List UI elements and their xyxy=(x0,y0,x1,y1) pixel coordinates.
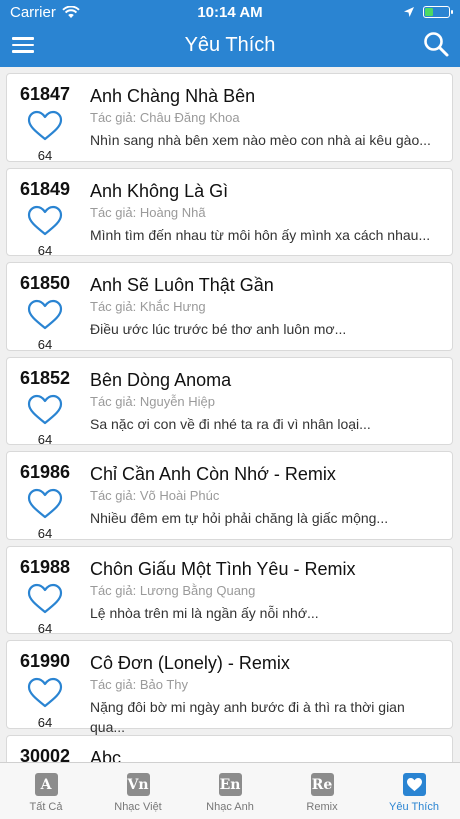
song-title: Anh Chàng Nhà Bên xyxy=(90,86,256,106)
tab-vietnamese-music[interactable]: Vn Nhạc Việt xyxy=(92,763,184,819)
song-author: Tác giả: Nguyễn Hiệp xyxy=(90,393,216,409)
tab-all-songs[interactable]: A Tất Cả xyxy=(0,763,92,819)
tab-label: Nhạc Anh xyxy=(206,801,254,813)
song-excerpt: Nặng đôi bờ mi ngày anh bước đi à thì ra… xyxy=(90,699,405,735)
song-author: Tác giả: Lương Bằng Quang xyxy=(90,582,256,598)
song-excerpt: Mình tìm đến nhau từ môi hôn ấy mình xa … xyxy=(90,226,431,243)
song-excerpt: Nhìn sang nhà bên xem nào mèo con nhà ai… xyxy=(90,132,431,148)
song-code: 61850 xyxy=(19,273,71,293)
song-title: Bên Dòng Anoma xyxy=(90,369,232,390)
song-author: Tác giả: Bảo Thy xyxy=(90,677,189,692)
song-code: 61986 xyxy=(19,462,71,482)
song-card[interactable]: 61990 64 Cô Đơn (Lonely) - Remix Tác giả: B… xyxy=(6,640,453,735)
location-arrow-icon xyxy=(404,7,414,17)
all-songs-icon: A xyxy=(34,773,58,796)
favorites-heart-icon xyxy=(402,773,426,796)
tab-remix[interactable]: Re Remix xyxy=(276,763,368,819)
like-count: 64 xyxy=(37,148,53,163)
english-music-icon: En xyxy=(218,773,242,796)
song-excerpt: Lệ nhòa trên mi là ngần ấy nỗi nhớ... xyxy=(90,604,319,621)
song-card[interactable]: 30002 Abc xyxy=(6,734,453,763)
song-title: Chôn Giấu Một Tình Yêu - Remix xyxy=(90,558,356,579)
song-card[interactable]: 61986 64 Chỉ Cần Anh Còn Nhớ - Remix Tác gi… xyxy=(6,451,453,541)
heart-icon[interactable] xyxy=(27,488,63,520)
like-count: 64 xyxy=(37,431,53,447)
song-author: Tác giả: Võ Hoài Phúc xyxy=(90,488,220,503)
song-author: Tác giả: Khắc Hưng xyxy=(90,299,206,314)
favorites-list[interactable]: 61847 64 Anh Chàng Nhà Bên Tác giả: Châu Đă… xyxy=(0,67,460,762)
song-title: Abc xyxy=(90,747,122,763)
search-icon[interactable] xyxy=(422,30,450,58)
navigation-bar: Yêu Thích xyxy=(0,24,460,67)
like-count: 64 xyxy=(37,715,53,730)
heart-icon[interactable] xyxy=(27,394,63,426)
remix-icon: Re xyxy=(310,773,334,796)
song-card[interactable]: 61850 64 Anh Sẽ Luôn Thật Gần Tác giả: Khắc… xyxy=(6,262,453,352)
heart-icon[interactable] xyxy=(27,583,63,615)
page-title: Yêu Thích xyxy=(184,34,276,56)
app-header: Carrier 10:14 AM Yêu Thích xyxy=(0,0,460,67)
hamburger-icon xyxy=(12,37,34,40)
song-title: Anh Không Là Gì xyxy=(90,180,229,201)
tab-english-music[interactable]: En Nhạc Anh xyxy=(184,763,276,819)
vietnamese-music-icon: Vn xyxy=(126,773,150,796)
heart-icon[interactable] xyxy=(27,205,63,237)
like-count: 64 xyxy=(37,526,53,541)
song-code: 61990 xyxy=(19,651,71,671)
song-code: 30002 xyxy=(19,745,71,763)
like-count: 64 xyxy=(37,620,53,636)
song-card[interactable]: 61988 64 Chôn Giấu Một Tình Yêu - Remix Tác… xyxy=(6,545,453,636)
heart-icon[interactable] xyxy=(27,110,63,142)
song-code: 61988 xyxy=(19,556,71,577)
song-excerpt: Nhiều đêm em tự hỏi phải chăng là giấc m… xyxy=(90,510,389,526)
song-excerpt: Điều ước lúc trước bé thơ anh luôn mơ... xyxy=(90,321,347,337)
song-card[interactable]: 61849 64 Anh Không Là Gì Tác giả: Hoàng Nhã… xyxy=(6,167,453,258)
song-code: 61849 xyxy=(19,178,71,199)
song-excerpt: Sa nặc ơi con về đi nhé ta ra đi vì nhân… xyxy=(90,415,371,432)
tab-bar: A Tất Cả Vn Nhạc Việt En Nhạc Anh Re Remix Yêu T… xyxy=(0,762,460,819)
song-card[interactable]: 61847 64 Anh Chàng Nhà Bên Tác giả: Châu Đă… xyxy=(6,73,453,163)
tab-label: Tất Cả xyxy=(29,801,63,813)
tab-label: Remix xyxy=(306,801,338,813)
battery-icon xyxy=(423,6,453,18)
tab-label: Nhạc Việt xyxy=(114,801,162,813)
song-title: Cô Đơn (Lonely) - Remix xyxy=(90,653,290,673)
like-count: 64 xyxy=(37,242,53,258)
song-title: Chỉ Cần Anh Còn Nhớ - Remix xyxy=(90,464,336,484)
song-author: Tác giả: Châu Đăng Khoa xyxy=(90,110,240,125)
menu-button[interactable] xyxy=(12,34,34,56)
song-code: 61852 xyxy=(19,367,71,388)
heart-icon[interactable] xyxy=(27,299,63,331)
song-title: Anh Sẽ Luôn Thật Gần xyxy=(90,275,274,295)
status-bar: Carrier 10:14 AM xyxy=(0,0,460,24)
like-count: 64 xyxy=(37,337,53,352)
wifi-icon xyxy=(62,5,80,18)
song-author: Tác giả: Hoàng Nhã xyxy=(90,204,206,220)
carrier-label: Carrier xyxy=(10,3,56,21)
tab-label: Yêu Thích xyxy=(389,801,439,813)
tab-favorites-heart[interactable]: Yêu Thích xyxy=(368,763,460,819)
song-card[interactable]: 61852 64 Bên Dòng Anoma Tác giả: Nguyễn Hiệ… xyxy=(6,356,453,447)
heart-icon[interactable] xyxy=(27,677,63,709)
song-code: 61847 xyxy=(19,84,71,104)
